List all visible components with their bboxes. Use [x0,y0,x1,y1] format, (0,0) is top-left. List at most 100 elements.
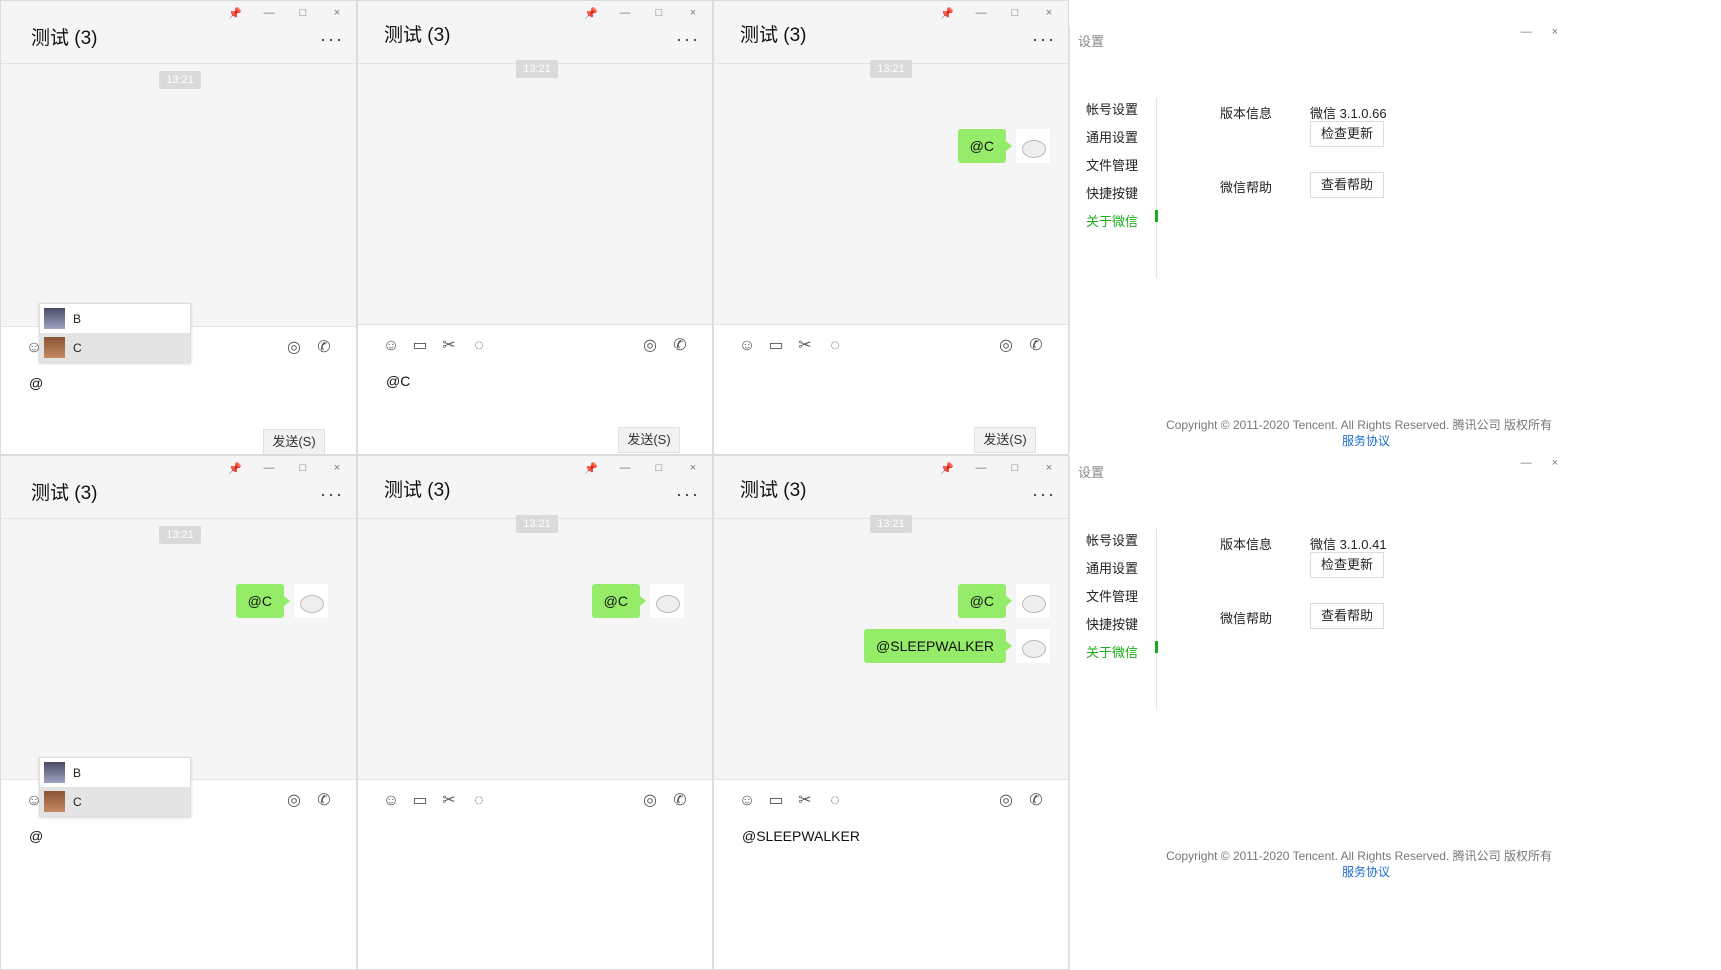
maximize-icon[interactable]: □ [1008,7,1022,20]
emoji-icon[interactable]: ☺ [380,335,402,357]
message-bubble[interactable]: @C [957,584,1013,618]
pin-icon[interactable]: 📌 [228,7,242,20]
close-icon[interactable]: × [686,7,700,20]
message-input[interactable]: @ [29,375,43,391]
avatar[interactable] [1016,584,1050,618]
mention-item-c[interactable]: C [40,787,190,816]
nav-shortcuts[interactable]: 快捷按键 [1086,611,1156,639]
minimize-icon[interactable]: — [262,7,276,20]
more-icon[interactable]: ··· [676,484,700,505]
nav-about[interactable]: 关于微信 [1086,639,1156,667]
pin-icon[interactable]: 📌 [940,7,954,20]
minimize-icon[interactable]: — [618,462,632,475]
pin-icon[interactable]: 📌 [584,462,598,475]
check-update-button[interactable]: 检查更新 [1310,121,1384,147]
scissors-icon[interactable]: ✂ [438,335,460,357]
nav-files[interactable]: 文件管理 [1086,583,1156,611]
nav-files[interactable]: 文件管理 [1086,152,1156,180]
call-icon[interactable]: ✆ [1025,790,1047,812]
mention-item-c[interactable]: C [40,333,190,362]
avatar[interactable] [1016,629,1050,663]
avatar[interactable] [1016,129,1050,163]
folder-icon[interactable]: ▭ [765,790,787,812]
close-icon[interactable]: × [686,462,700,475]
more-icon[interactable]: ··· [1032,484,1056,505]
scissors-icon[interactable]: ✂ [438,790,460,812]
maximize-icon[interactable]: □ [296,462,310,475]
message-bubble[interactable]: @C [957,129,1013,163]
call-icon[interactable]: ✆ [669,790,691,812]
message-input[interactable]: @C [386,373,410,389]
more-icon[interactable]: ··· [320,484,344,505]
view-help-button[interactable]: 查看帮助 [1310,603,1384,629]
more-icon[interactable]: ··· [676,29,700,50]
close-icon[interactable]: × [1042,462,1056,475]
service-agreement-link[interactable]: 服务协议 [1342,432,1390,449]
scissors-icon[interactable]: ✂ [794,335,816,357]
mention-item-b[interactable]: B [40,758,190,787]
minimize-icon[interactable]: — [1521,457,1532,469]
nav-account[interactable]: 帐号设置 [1086,96,1156,124]
screen-share-icon[interactable]: ◎ [995,790,1017,812]
emoji-icon[interactable]: ☺ [736,335,758,357]
chat-icon[interactable]: ◌ [824,335,846,357]
screen-share-icon[interactable]: ◎ [283,337,305,359]
minimize-icon[interactable]: — [262,462,276,475]
nav-account[interactable]: 帐号设置 [1086,527,1156,555]
more-icon[interactable]: ··· [320,29,344,50]
more-icon[interactable]: ··· [1032,29,1056,50]
service-agreement-link[interactable]: 服务协议 [1342,863,1390,880]
emoji-icon[interactable]: ☺ [736,790,758,812]
call-icon[interactable]: ✆ [313,790,335,812]
emoji-icon[interactable]: ☺ [380,790,402,812]
pin-icon[interactable]: 📌 [940,462,954,475]
folder-icon[interactable]: ▭ [409,790,431,812]
folder-icon[interactable]: ▭ [765,335,787,357]
minimize-icon[interactable]: — [618,7,632,20]
avatar[interactable] [294,584,328,618]
pin-icon[interactable]: 📌 [228,462,242,475]
send-button[interactable]: 发送(S) [263,429,325,454]
screen-share-icon[interactable]: ◎ [283,790,305,812]
nav-general[interactable]: 通用设置 [1086,555,1156,583]
call-icon[interactable]: ✆ [1025,335,1047,357]
help-label: 微信帮助 [1220,611,1273,626]
send-button[interactable]: 发送(S) [974,427,1036,453]
minimize-icon[interactable]: — [974,7,988,20]
close-icon[interactable]: × [1552,457,1558,469]
nav-about[interactable]: 关于微信 [1086,208,1156,236]
chat-icon[interactable]: ◌ [824,790,846,812]
check-update-button[interactable]: 检查更新 [1310,552,1384,578]
close-icon[interactable]: × [1552,26,1558,38]
nav-general[interactable]: 通用设置 [1086,124,1156,152]
chat-icon[interactable]: ◌ [468,335,490,357]
call-icon[interactable]: ✆ [313,337,335,359]
call-icon[interactable]: ✆ [669,335,691,357]
chat-icon[interactable]: ◌ [468,790,490,812]
message-bubble[interactable]: @C [591,584,647,618]
mention-item-b[interactable]: B [40,304,190,333]
message-bubble[interactable]: @C [235,584,291,618]
maximize-icon[interactable]: □ [296,7,310,20]
screen-share-icon[interactable]: ◎ [639,790,661,812]
message-input[interactable]: @SLEEPWALKER [742,828,860,844]
maximize-icon[interactable]: □ [1008,462,1022,475]
close-icon[interactable]: × [1042,7,1056,20]
view-help-button[interactable]: 查看帮助 [1310,172,1384,198]
screen-share-icon[interactable]: ◎ [995,335,1017,357]
minimize-icon[interactable]: — [974,462,988,475]
pin-icon[interactable]: 📌 [584,7,598,20]
avatar[interactable] [650,584,684,618]
send-button[interactable]: 发送(S) [618,427,680,453]
scissors-icon[interactable]: ✂ [794,790,816,812]
nav-shortcuts[interactable]: 快捷按键 [1086,180,1156,208]
message-input[interactable]: @ [29,828,43,844]
close-icon[interactable]: × [330,462,344,475]
maximize-icon[interactable]: □ [652,7,666,20]
folder-icon[interactable]: ▭ [409,335,431,357]
message-bubble[interactable]: @SLEEPWALKER [864,629,1012,663]
screen-share-icon[interactable]: ◎ [639,335,661,357]
close-icon[interactable]: × [330,7,344,20]
maximize-icon[interactable]: □ [652,462,666,475]
minimize-icon[interactable]: — [1521,26,1532,38]
